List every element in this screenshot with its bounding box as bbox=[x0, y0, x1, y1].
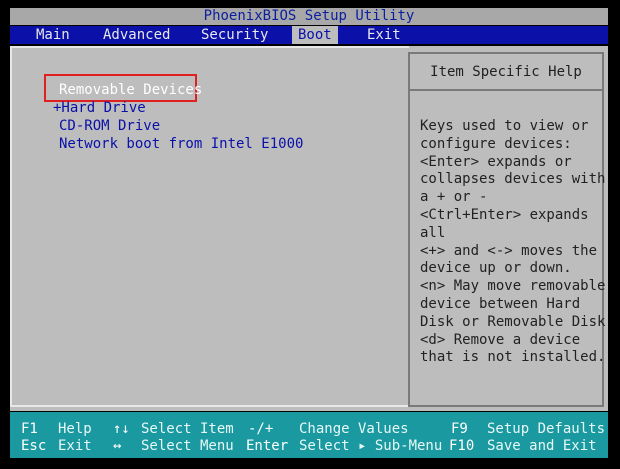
help-line: that is not installed. bbox=[420, 349, 606, 366]
boot-panel: Removable Devices +Hard Drive CD-ROM Dri… bbox=[10, 46, 608, 411]
help-line: <n> May move removable bbox=[420, 278, 606, 295]
help-line: configure devices: bbox=[420, 135, 572, 152]
tab-boot[interactable]: Boot bbox=[292, 26, 338, 44]
boot-item-removable-devices[interactable]: Removable Devices bbox=[59, 82, 202, 98]
help-line: collapses devices with bbox=[420, 171, 606, 188]
help-line: device up or down. bbox=[420, 260, 572, 277]
key-enter: Enter bbox=[246, 438, 289, 454]
menu-bar: Main Advanced Security Boot Exit bbox=[10, 26, 608, 44]
help-line: <Ctrl+Enter> expands bbox=[420, 206, 589, 223]
boot-order-list: Removable Devices +Hard Drive CD-ROM Dri… bbox=[10, 46, 409, 407]
help-line: <+> and <-> moves the bbox=[420, 242, 598, 259]
help-line: <d> Remove a device bbox=[420, 331, 581, 348]
help-line: Keys used to view or bbox=[420, 118, 589, 134]
key-f10: F10 bbox=[449, 438, 475, 454]
key-f9-label: Setup Defaults bbox=[487, 421, 606, 437]
tab-main[interactable]: Main bbox=[30, 26, 76, 44]
key-updown: ↑↓ bbox=[113, 421, 130, 437]
key-esc-label: Exit bbox=[58, 438, 92, 454]
key-leftright-label: Select Menu bbox=[141, 438, 234, 454]
window-title: PhoenixBIOS Setup Utility bbox=[10, 8, 608, 25]
key-minus-plus: -/+ bbox=[248, 421, 274, 437]
boot-item-hard-drive[interactable]: +Hard Drive bbox=[53, 100, 146, 116]
key-f9: F9 bbox=[451, 421, 468, 437]
key-enter-label: Select ▸ Sub-Menu bbox=[299, 438, 443, 454]
key-leftright: ↔ bbox=[113, 438, 122, 454]
tab-advanced[interactable]: Advanced bbox=[97, 26, 176, 44]
help-line: Disk or Removable Disk bbox=[420, 313, 606, 330]
help-text: Keys used to view or configure devices: <E… bbox=[420, 118, 606, 367]
help-line: device between Hard bbox=[420, 295, 581, 312]
boot-item-cdrom-drive[interactable]: CD-ROM Drive bbox=[59, 118, 160, 134]
tab-exit[interactable]: Exit bbox=[361, 26, 407, 44]
key-updown-label: Select Item bbox=[141, 421, 234, 437]
key-esc: Esc bbox=[21, 438, 47, 454]
help-line: all bbox=[420, 224, 446, 241]
key-help-bar: F1 Help ↑↓ Select Item -/+ Change Values… bbox=[10, 412, 608, 458]
tab-security[interactable]: Security bbox=[195, 26, 274, 44]
help-heading: Item Specific Help bbox=[410, 54, 602, 91]
key-f1: F1 bbox=[21, 421, 38, 437]
key-f10-label: Save and Exit bbox=[487, 438, 597, 454]
key-f1-label: Help bbox=[58, 421, 92, 437]
help-line: a + or - bbox=[420, 189, 488, 206]
help-panel: Item Specific Help Keys used to view or c… bbox=[408, 52, 606, 407]
help-line: <Enter> expands or bbox=[420, 153, 572, 170]
boot-item-network-boot[interactable]: Network boot from Intel E1000 bbox=[59, 136, 303, 152]
key-minus-plus-label: Change Values bbox=[299, 421, 409, 437]
